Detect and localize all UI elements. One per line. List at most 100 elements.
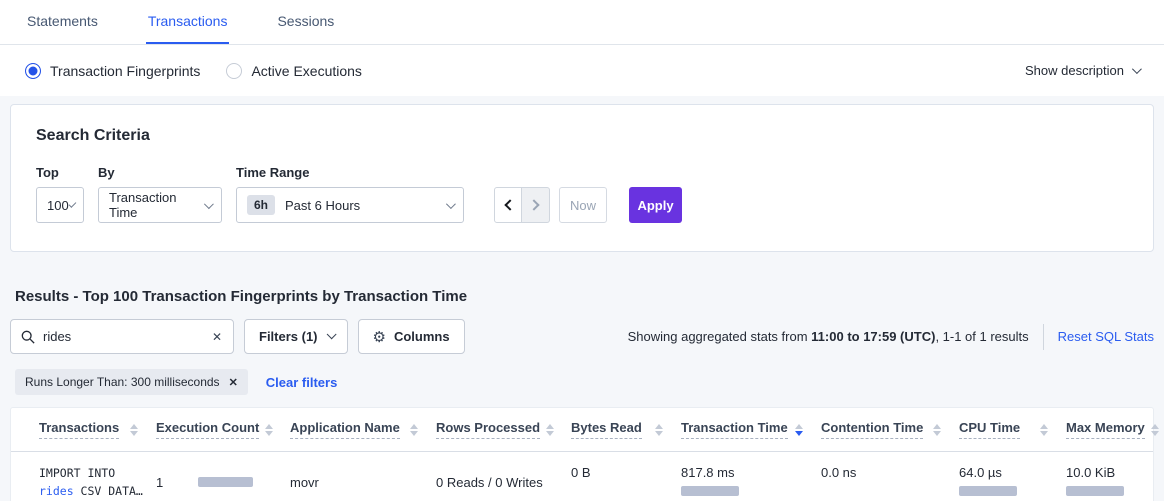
filters-label: Filters (1) — [259, 329, 318, 344]
cell-bytes-read: 0 B — [571, 452, 681, 501]
cell-transaction-fingerprint[interactable]: IMPORT INTO rides CSV DATA… — [39, 452, 156, 501]
sort-icon — [540, 424, 554, 436]
cell-contention-time: 0.0 ns — [821, 452, 959, 501]
next-time-window-button[interactable] — [522, 187, 550, 223]
time-window-nav — [494, 187, 550, 223]
sort-icon — [927, 424, 941, 436]
view-toggle-row: Transaction Fingerprints Active Executio… — [0, 45, 1164, 96]
previous-time-window-button[interactable] — [494, 187, 522, 223]
filter-chip: Runs Longer Than: 300 milliseconds ✕ — [15, 369, 248, 395]
max-memory-value: 10.0 KiB — [1066, 465, 1115, 480]
by-field: By Transaction Time — [98, 165, 222, 223]
column-header-application-name[interactable]: Application Name — [290, 420, 436, 439]
cell-max-memory: 10.0 KiB — [1066, 452, 1155, 501]
show-description-label: Show description — [1025, 63, 1124, 78]
by-select[interactable]: Transaction Time — [98, 187, 222, 223]
cell-application-name: movr — [290, 452, 436, 501]
clear-filters-link[interactable]: Clear filters — [266, 375, 338, 390]
application-name-value: movr — [290, 475, 319, 490]
apply-button[interactable]: Apply — [629, 187, 682, 223]
clear-search-icon[interactable]: ✕ — [211, 330, 223, 344]
search-criteria-title: Search Criteria — [36, 127, 1128, 145]
stats-prefix: Showing aggregated stats from — [628, 329, 812, 344]
radio-unselected-icon — [226, 63, 242, 79]
sort-icon — [404, 424, 418, 436]
radio-label: Active Executions — [251, 63, 362, 79]
time-range-select[interactable]: 6h Past 6 Hours — [236, 187, 464, 223]
radio-active-executions[interactable]: Active Executions — [226, 63, 362, 79]
column-header-bytes-read[interactable]: Bytes Read — [571, 420, 681, 439]
column-header-rows-processed[interactable]: Rows Processed — [436, 420, 571, 439]
tab-statements[interactable]: Statements — [25, 0, 100, 44]
search-box: ✕ — [10, 319, 234, 354]
now-button[interactable]: Now — [559, 187, 607, 223]
remove-filter-icon[interactable]: ✕ — [229, 376, 238, 389]
radio-selected-icon — [25, 63, 41, 79]
stats-suffix: , 1-1 of 1 results — [935, 329, 1028, 344]
cell-execution-count: 1 — [156, 452, 290, 501]
results-table: Transactions Execution Count Application… — [10, 407, 1154, 501]
reset-sql-stats-link[interactable]: Reset SQL Stats — [1058, 329, 1154, 344]
time-range-value: Past 6 Hours — [285, 198, 360, 213]
top-label: Top — [36, 165, 84, 180]
search-icon — [21, 330, 35, 344]
execution-count-bar — [198, 477, 253, 487]
column-header-transactions[interactable]: Transactions — [39, 420, 156, 439]
by-select-value: Transaction Time — [109, 190, 204, 220]
sort-icon — [259, 424, 273, 436]
show-description-toggle[interactable]: Show description — [1025, 63, 1139, 78]
transaction-time-value: 817.8 ms — [681, 465, 734, 480]
sort-icon — [649, 424, 663, 436]
tab-transactions[interactable]: Transactions — [146, 0, 230, 44]
chevron-down-icon — [68, 200, 76, 208]
search-input[interactable] — [43, 329, 211, 344]
top-select[interactable]: 100 — [36, 187, 84, 223]
chevron-right-icon — [528, 199, 539, 210]
chevron-left-icon — [504, 199, 515, 210]
top-field: Top 100 — [36, 165, 84, 223]
cpu-time-bar — [959, 486, 1017, 496]
radio-label: Transaction Fingerprints — [50, 63, 200, 79]
sort-icon — [1145, 424, 1159, 436]
time-range-badge: 6h — [247, 195, 275, 215]
chevron-down-icon — [204, 199, 214, 209]
search-match-highlight: rides — [39, 484, 74, 498]
table-row: IMPORT INTO rides CSV DATA… 1 movr 0 Rea… — [11, 452, 1153, 501]
time-range-field: Time Range 6h Past 6 Hours — [236, 165, 464, 223]
radio-transaction-fingerprints[interactable]: Transaction Fingerprints — [25, 63, 200, 79]
bytes-read-value: 0 B — [571, 465, 591, 480]
cell-rows-processed: 0 Reads / 0 Writes — [436, 452, 571, 501]
column-header-max-memory[interactable]: Max Memory — [1066, 420, 1155, 439]
sql-line-2: rides CSV DATA… — [39, 482, 143, 500]
column-header-execution-count[interactable]: Execution Count — [156, 420, 290, 439]
tab-sessions[interactable]: Sessions — [275, 0, 336, 44]
execution-count-value: 1 — [156, 475, 163, 490]
table-header-row: Transactions Execution Count Application… — [11, 408, 1153, 452]
columns-button[interactable]: ⚙ Columns — [358, 319, 465, 354]
active-filters-row: Runs Longer Than: 300 milliseconds ✕ Cle… — [15, 369, 1154, 395]
stats-range: 11:00 to 17:59 (UTC) — [811, 329, 935, 344]
cpu-time-value: 64.0 µs — [959, 465, 1002, 480]
chevron-down-icon — [326, 329, 336, 339]
column-header-transaction-time[interactable]: Transaction Time — [681, 420, 821, 439]
chevron-down-icon — [1132, 64, 1142, 74]
cell-cpu-time: 64.0 µs — [959, 452, 1066, 501]
search-criteria-card: Search Criteria Top 100 By Transaction T… — [10, 104, 1154, 252]
divider — [1043, 324, 1044, 350]
column-header-contention-time[interactable]: Contention Time — [821, 420, 959, 439]
filters-button[interactable]: Filters (1) — [244, 319, 348, 354]
column-header-cpu-time[interactable]: CPU Time — [959, 420, 1066, 439]
cell-transaction-time: 817.8 ms — [681, 452, 821, 501]
time-range-label: Time Range — [236, 165, 464, 180]
columns-label: Columns — [394, 329, 450, 344]
results-title: Results - Top 100 Transaction Fingerprin… — [15, 288, 1154, 305]
chevron-down-icon — [446, 199, 456, 209]
contention-time-value: 0.0 ns — [821, 465, 856, 480]
aggregated-stats-text: Showing aggregated stats from 11:00 to 1… — [628, 324, 1154, 350]
by-label: By — [98, 165, 222, 180]
sql-line-1: IMPORT INTO — [39, 464, 143, 482]
max-memory-bar — [1066, 486, 1124, 496]
results-toolbar: ✕ Filters (1) ⚙ Columns Showing aggregat… — [10, 319, 1154, 354]
transaction-time-bar — [681, 486, 739, 496]
rows-processed-value: 0 Reads / 0 Writes — [436, 475, 543, 490]
